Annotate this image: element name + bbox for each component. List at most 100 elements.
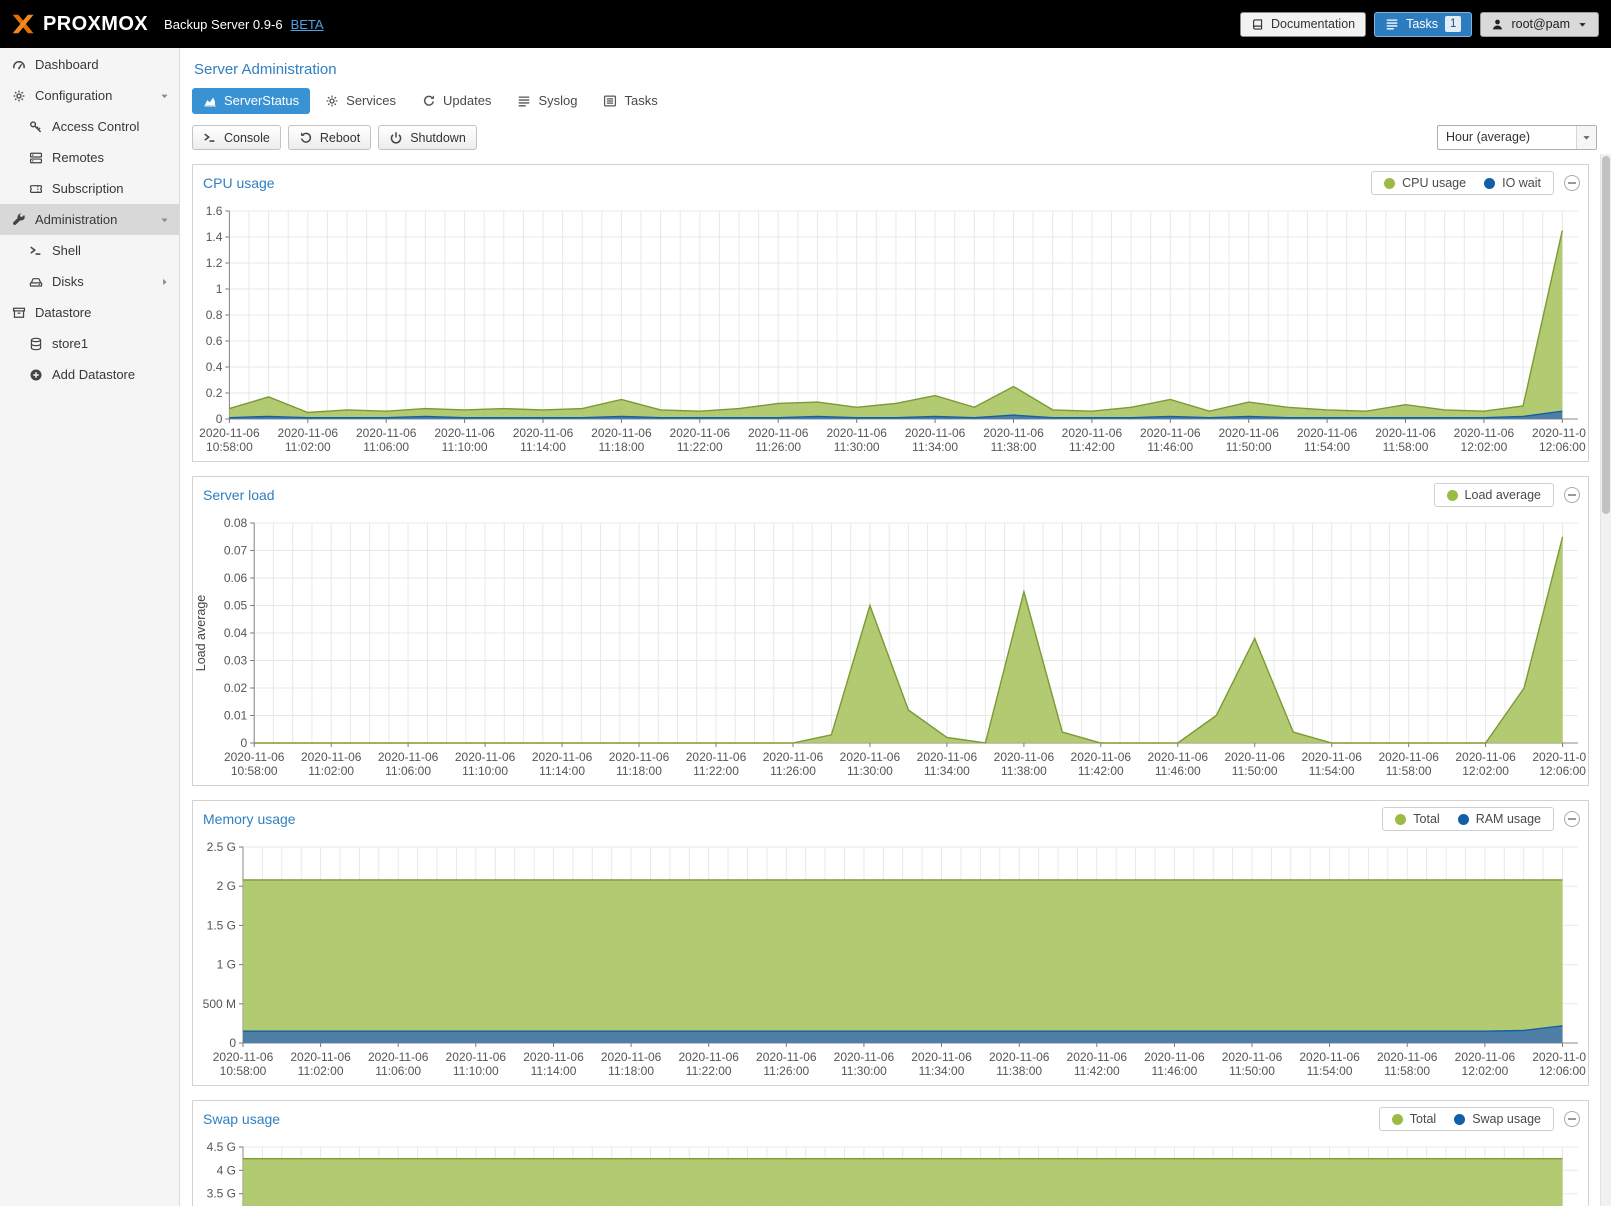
timeframe-select[interactable]: Hour (average) <box>1437 125 1597 150</box>
svg-text:2.5 G: 2.5 G <box>207 840 236 854</box>
svg-text:11:14:00: 11:14:00 <box>520 440 566 454</box>
legend-item-cpu-usage[interactable]: CPU usage <box>1384 176 1466 190</box>
svg-text:2020-11-06: 2020-11-06 <box>670 426 731 440</box>
minus-icon <box>1568 182 1576 184</box>
svg-text:2020-11-06: 2020-11-06 <box>763 750 824 764</box>
tab-updates[interactable]: Updates <box>411 88 502 114</box>
svg-text:0.8: 0.8 <box>206 308 223 322</box>
shutdown-button[interactable]: Shutdown <box>378 125 477 150</box>
svg-text:2020-11-06: 2020-11-06 <box>1297 426 1358 440</box>
console-button[interactable]: Console <box>192 125 281 150</box>
plus-circle-icon <box>28 368 44 382</box>
sidebar-item-disks[interactable]: Disks <box>0 266 179 297</box>
tab-tasks[interactable]: Tasks <box>592 88 668 114</box>
sidebar-item-access-control[interactable]: Access Control <box>0 111 179 142</box>
sidebar-item-remotes[interactable]: Remotes <box>0 142 179 173</box>
documentation-button[interactable]: Documentation <box>1240 12 1366 37</box>
collapse-panel-button[interactable] <box>1564 811 1580 827</box>
legend-item-total[interactable]: Total <box>1395 812 1439 826</box>
svg-text:11:46:00: 11:46:00 <box>1147 440 1193 454</box>
caret-down-icon[interactable] <box>159 90 170 101</box>
svg-text:0.08: 0.08 <box>224 516 248 530</box>
gears-icon <box>325 94 339 108</box>
svg-text:11:22:00: 11:22:00 <box>677 440 723 454</box>
svg-text:11:58:00: 11:58:00 <box>1384 1064 1430 1078</box>
svg-text:2020-11-06: 2020-11-06 <box>513 426 574 440</box>
swap-usage-panel: Swap usageTotalSwap usage0500 M1 G1.5 G2… <box>192 1100 1589 1206</box>
sidebar-item-label: Add Datastore <box>52 367 135 382</box>
sidebar-item-label: Datastore <box>35 305 91 320</box>
svg-text:11:30:00: 11:30:00 <box>834 440 880 454</box>
terminal-icon <box>203 131 217 145</box>
svg-text:2020-11-06: 2020-11-06 <box>446 1050 507 1064</box>
tab-label: Services <box>346 93 396 108</box>
panel-title: Swap usage <box>203 1111 1379 1127</box>
area-chart-icon <box>203 94 217 108</box>
tab-serverstatus[interactable]: ServerStatus <box>192 88 310 114</box>
caret-down-icon[interactable] <box>159 214 170 225</box>
sidebar-item-shell[interactable]: Shell <box>0 235 179 266</box>
svg-text:10:58:00: 10:58:00 <box>231 764 278 778</box>
legend-item-io-wait[interactable]: IO wait <box>1484 176 1541 190</box>
minus-icon <box>1568 818 1576 820</box>
server-load-panel: Server loadLoad average00.010.020.030.04… <box>192 476 1589 786</box>
tasks-button[interactable]: Tasks 1 <box>1374 12 1472 37</box>
tab-services[interactable]: Services <box>314 88 407 114</box>
collapse-panel-button[interactable] <box>1564 175 1580 191</box>
svg-text:10:58:00: 10:58:00 <box>220 1064 267 1078</box>
svg-text:11:50:00: 11:50:00 <box>1232 764 1278 778</box>
svg-text:2020-11-06: 2020-11-06 <box>989 1050 1050 1064</box>
legend-item-total[interactable]: Total <box>1392 1112 1436 1126</box>
legend-item-load-average[interactable]: Load average <box>1447 488 1541 502</box>
undo-icon <box>299 131 313 145</box>
collapse-panel-button[interactable] <box>1564 487 1580 503</box>
sidebar-item-datastore[interactable]: Datastore <box>0 297 179 328</box>
svg-text:2020-11-06: 2020-11-06 <box>532 750 593 764</box>
svg-text:2020-11-06: 2020-11-06 <box>278 426 339 440</box>
svg-text:2020-11-06: 2020-11-06 <box>1301 750 1362 764</box>
sidebar-item-configuration[interactable]: Configuration <box>0 80 179 111</box>
legend-label: Total <box>1413 812 1439 826</box>
caret-right-icon[interactable] <box>159 276 170 287</box>
svg-text:3.5 G: 3.5 G <box>207 1187 236 1201</box>
svg-text:11:22:00: 11:22:00 <box>693 764 739 778</box>
sidebar-item-add-datastore[interactable]: Add Datastore <box>0 359 179 390</box>
svg-text:1.2: 1.2 <box>206 256 223 270</box>
main-content: Server Administration ServerStatusServic… <box>180 48 1611 1206</box>
list-icon <box>517 94 531 108</box>
sidebar-item-subscription[interactable]: Subscription <box>0 173 179 204</box>
tab-label: Tasks <box>624 93 657 108</box>
sidebar-item-label: Shell <box>52 243 81 258</box>
svg-text:11:02:00: 11:02:00 <box>308 764 354 778</box>
minus-icon <box>1568 1118 1576 1120</box>
svg-text:0: 0 <box>229 1036 236 1050</box>
task-list-icon <box>1385 17 1399 31</box>
sidebar-item-store1[interactable]: store1 <box>0 328 179 359</box>
scrollbar-thumb[interactable] <box>1602 156 1610 514</box>
cpu-usage-chart-body: 00.20.40.60.811.21.41.62020-11-0610:58:0… <box>193 201 1588 461</box>
collapse-panel-button[interactable] <box>1564 1111 1580 1127</box>
cpu-usage-legend: CPU usage IO wait <box>1371 171 1554 195</box>
svg-text:11:06:00: 11:06:00 <box>385 764 431 778</box>
vertical-scrollbar[interactable] <box>1600 154 1611 1206</box>
tab-syslog[interactable]: Syslog <box>506 88 588 114</box>
beta-link[interactable]: BETA <box>291 17 324 32</box>
reboot-button[interactable]: Reboot <box>288 125 371 150</box>
svg-text:11:26:00: 11:26:00 <box>755 440 801 454</box>
svg-text:11:54:00: 11:54:00 <box>1307 1064 1353 1078</box>
sidebar-item-administration[interactable]: Administration <box>0 204 179 235</box>
legend-item-swap-usage[interactable]: Swap usage <box>1454 1112 1541 1126</box>
svg-text:2020-11-06: 2020-11-06 <box>1454 426 1515 440</box>
power-icon <box>389 131 403 145</box>
sidebar-item-dashboard[interactable]: Dashboard <box>0 49 179 80</box>
combo-trigger[interactable] <box>1576 126 1596 149</box>
legend-item-ram-usage[interactable]: RAM usage <box>1458 812 1541 826</box>
toolbar: Console Reboot Shutdown Hour (average) <box>180 114 1611 160</box>
legend-dot-icon <box>1458 814 1469 825</box>
svg-text:11:06:00: 11:06:00 <box>363 440 409 454</box>
user-menu-button[interactable]: root@pam <box>1480 12 1599 37</box>
svg-text:11:46:00: 11:46:00 <box>1155 764 1201 778</box>
svg-text:1.6: 1.6 <box>206 204 223 218</box>
proxmox-logo: PROXMOX <box>10 11 148 37</box>
svg-text:2020-11-06: 2020-11-06 <box>601 1050 662 1064</box>
